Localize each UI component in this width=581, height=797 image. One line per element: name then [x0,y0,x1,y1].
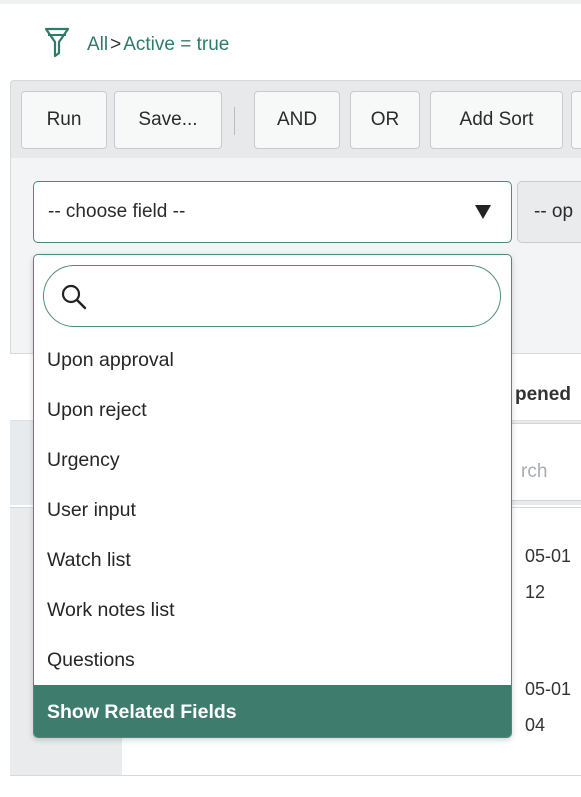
table-cell-opened: 05-01 [525,679,572,699]
dropdown-item-upon-approval[interactable]: Upon approval [34,335,511,385]
choose-field-value: -- choose field -- [48,201,186,222]
dropdown-item-show-related-fields[interactable]: Show Related Fields [34,685,511,737]
add-sort-button[interactable]: Add Sort [430,91,563,149]
table-cell-opened-time: 04 [525,715,546,735]
dropdown-item-upon-reject[interactable]: Upon reject [34,385,511,435]
column-header-opened[interactable]: pened [515,384,571,406]
or-button[interactable]: OR [350,91,420,149]
condition-builder-toolbar: Run Save... AND OR Add Sort [10,80,581,160]
toolbar-button-overflow[interactable] [571,91,581,149]
breadcrumb: All > Active = true [87,34,229,56]
table-cell-opened: 05-01 [525,546,572,566]
run-button[interactable]: Run [21,91,107,149]
dropdown-item-work-notes-list[interactable]: Work notes list [34,585,511,635]
column-search-placeholder: rch [521,461,548,482]
breadcrumb-all-link[interactable]: All [87,34,108,55]
chevron-down-icon [475,205,491,219]
save-button[interactable]: Save... [114,91,222,149]
table-cell-opened-time: 12 [525,582,546,602]
field-search-box[interactable] [43,265,501,327]
search-icon [61,284,87,310]
dropdown-item-user-input[interactable]: User input [34,485,511,535]
field-search-input[interactable] [96,278,490,316]
operator-value: -- op [534,201,574,222]
choose-field-select[interactable]: -- choose field -- [33,181,512,243]
and-button[interactable]: AND [254,91,340,149]
operator-select[interactable]: -- op [517,181,581,243]
filter-icon[interactable] [44,26,70,60]
breadcrumb-condition-link[interactable]: Active = true [123,34,229,55]
breadcrumb-separator: > [110,34,122,55]
field-dropdown-list: Upon approval Upon reject Urgency User i… [33,254,512,738]
top-divider [0,0,581,4]
dropdown-item-urgency[interactable]: Urgency [34,435,511,485]
dropdown-item-watch-list[interactable]: Watch list [34,535,511,585]
toolbar-divider [234,107,235,135]
dropdown-item-questions[interactable]: Questions [34,635,511,685]
